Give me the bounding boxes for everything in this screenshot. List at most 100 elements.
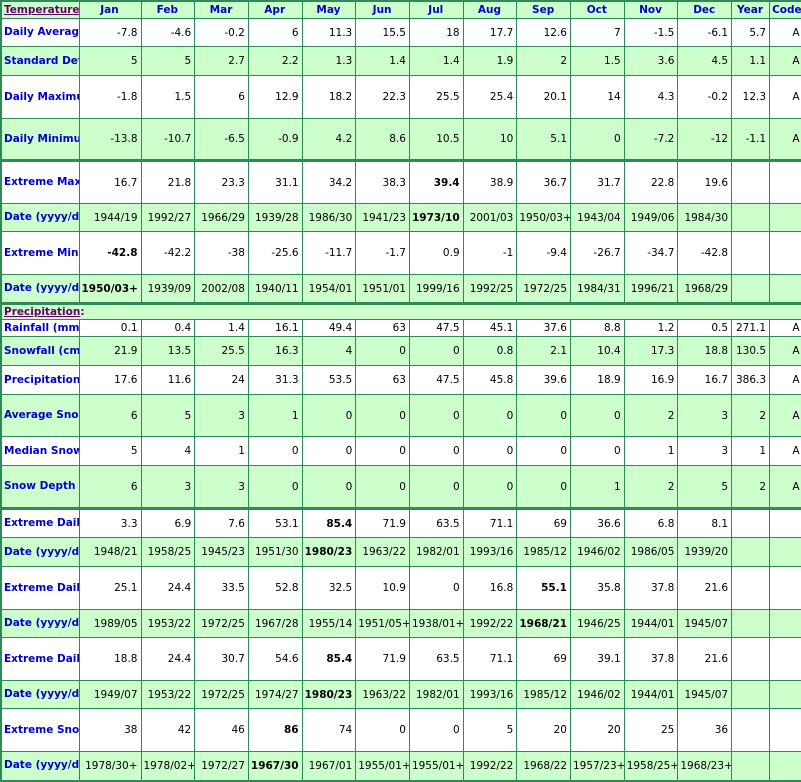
value-cell-nov: -34.7 bbox=[623, 231, 679, 275]
value-cell-jul: 47.5 bbox=[408, 365, 464, 395]
value-cell-jul: 1.4 bbox=[408, 46, 464, 76]
value-cell-sep: 5.1 bbox=[516, 118, 571, 162]
value-cell-jun: 1951/01 bbox=[355, 274, 410, 304]
value-cell-aug: 1993/16 bbox=[462, 537, 518, 567]
column-header-apr: Apr bbox=[247, 0, 303, 19]
value-cell-jul: 1982/01 bbox=[408, 537, 464, 567]
table-row: Median Snow Depth (cm)5410000000131A bbox=[0, 436, 801, 466]
value-cell-jul: 18 bbox=[408, 18, 464, 47]
value-cell-aug: 45.1 bbox=[462, 319, 518, 337]
value-cell-code bbox=[769, 537, 801, 567]
value-cell-mar: 3 bbox=[194, 394, 249, 437]
table-row: Extreme Daily Precipitation (mm)18.824.4… bbox=[0, 637, 801, 681]
row-label: Snowfall (cm) bbox=[0, 336, 80, 366]
column-header-aug: Aug bbox=[462, 0, 518, 19]
value-cell-oct: 10.4 bbox=[570, 336, 625, 366]
value-cell-aug: 1992/25 bbox=[462, 274, 518, 304]
value-cell-oct: 31.7 bbox=[570, 160, 625, 204]
column-header-jul: Jul bbox=[408, 0, 464, 19]
value-cell-year bbox=[731, 231, 771, 275]
value-cell-year bbox=[731, 637, 771, 681]
value-cell-year: 2 bbox=[731, 465, 771, 510]
value-cell-aug: 1993/16 bbox=[462, 680, 518, 709]
value-cell-code bbox=[769, 566, 801, 610]
value-cell-may: 1955/14 bbox=[301, 609, 357, 638]
value-cell-sep: 39.6 bbox=[516, 365, 571, 395]
value-cell-jan: -13.8 bbox=[78, 118, 142, 162]
value-cell-nov: 2 bbox=[623, 465, 679, 510]
row-label: Date (yyyy/dd) bbox=[0, 609, 80, 638]
value-cell-jul: 1973/10 bbox=[408, 203, 464, 232]
row-label: Extreme Snow Depth (cm) bbox=[0, 708, 80, 752]
value-cell-jul: 10.5 bbox=[408, 118, 464, 162]
temperature-section-link[interactable]: Temperature bbox=[4, 4, 78, 16]
column-header-oct: Oct bbox=[570, 0, 625, 19]
row-label: Date (yyyy/dd) bbox=[0, 274, 80, 304]
value-cell-jun: 0 bbox=[355, 394, 410, 437]
value-cell-jan: 25.1 bbox=[78, 566, 142, 610]
value-cell-code bbox=[769, 609, 801, 638]
value-cell-jul: 63.5 bbox=[408, 508, 464, 538]
value-cell-may: 1980/23 bbox=[301, 537, 357, 567]
value-cell-apr: 53.1 bbox=[247, 508, 303, 538]
value-cell-may: 1980/23 bbox=[301, 680, 357, 709]
value-cell-jun: 63 bbox=[355, 319, 410, 337]
value-cell-may: 53.5 bbox=[301, 365, 357, 395]
value-cell-feb: 1958/25 bbox=[140, 537, 196, 567]
value-cell-code bbox=[769, 203, 801, 232]
value-cell-jul: 0 bbox=[408, 336, 464, 366]
value-cell-code bbox=[769, 751, 801, 781]
precipitation-section: Precipitation: Rainfall (mm) 0.1 0.4 1.4 16.… bbox=[0, 302, 801, 781]
value-cell-jul: 1982/01 bbox=[408, 680, 464, 709]
value-cell-nov: 1958/25+ bbox=[623, 751, 679, 781]
value-cell-apr: 1939/28 bbox=[247, 203, 303, 232]
header-row: Temperature: JanFebMarAprMayJunJulAugSep… bbox=[0, 0, 801, 19]
column-header-sep: Sep bbox=[516, 0, 571, 19]
value-cell-may: 49.4 bbox=[301, 319, 357, 337]
precipitation-section-link[interactable]: Precipitation bbox=[4, 307, 80, 319]
row-label: Average Snow Depth (cm) bbox=[0, 394, 80, 437]
value-cell-oct: 8.8 bbox=[570, 319, 625, 337]
value-cell-nov: 1986/05 bbox=[623, 537, 679, 567]
value-cell-jul: 47.5 bbox=[408, 319, 464, 337]
row-label: Standard Deviation bbox=[0, 46, 80, 76]
value-cell-jul: 0.9 bbox=[408, 231, 464, 275]
value-cell-feb: 3 bbox=[140, 465, 196, 510]
value-cell-dec: 1945/07 bbox=[677, 680, 733, 709]
value-cell-oct: -26.7 bbox=[570, 231, 625, 275]
value-cell-sep: 1968/22 bbox=[516, 751, 571, 781]
temperature-section: Daily Average (°C)-7.8-4.6-0.2611.315.51… bbox=[0, 18, 801, 304]
value-cell-jun: -1.7 bbox=[355, 231, 410, 275]
value-cell-jan: 17.6 bbox=[78, 365, 142, 395]
row-label: Extreme Daily Precipitation (mm) bbox=[0, 637, 80, 681]
table-row: Snowfall (cm) 21.9 13.5 25.5 16.3 4 0 0 0.8 2.1 10… bbox=[0, 336, 801, 366]
value-cell-code: A bbox=[769, 75, 801, 119]
value-cell-dec: -0.2 bbox=[677, 75, 733, 119]
value-cell-feb: 24.4 bbox=[140, 566, 196, 610]
column-header-mar: Mar bbox=[194, 0, 249, 19]
value-cell-mar: 7.6 bbox=[194, 508, 249, 538]
value-cell-feb: 1992/27 bbox=[140, 203, 196, 232]
value-cell-jun: 1.4 bbox=[355, 46, 410, 76]
value-cell-aug: 0 bbox=[462, 436, 518, 466]
value-cell-dec: 1984/30 bbox=[677, 203, 733, 232]
value-cell-apr: 12.9 bbox=[247, 75, 303, 119]
value-cell-dec: 1939/20 bbox=[677, 537, 733, 567]
value-cell-jul: 0 bbox=[408, 394, 464, 437]
value-cell-dec: 36 bbox=[677, 708, 733, 752]
value-cell-mar: 1 bbox=[194, 436, 249, 466]
value-cell-oct: 39.1 bbox=[570, 637, 625, 681]
value-cell-sep: 2 bbox=[516, 46, 571, 76]
climate-normals-table: Temperature: JanFebMarAprMayJunJulAugSep… bbox=[0, 0, 801, 782]
value-cell-feb: 1939/09 bbox=[140, 274, 196, 304]
value-cell-oct: 1943/04 bbox=[570, 203, 625, 232]
value-cell-nov: 3.6 bbox=[623, 46, 679, 76]
column-header-year: Year bbox=[731, 0, 771, 19]
value-cell-code bbox=[769, 231, 801, 275]
column-header-jan: Jan bbox=[78, 0, 142, 19]
row-label: Median Snow Depth (cm) bbox=[0, 436, 80, 466]
precipitation-section-row: Precipitation: bbox=[0, 302, 801, 320]
value-cell-jan: 1949/07 bbox=[78, 680, 142, 709]
value-cell-oct: 7 bbox=[570, 18, 625, 47]
table-row: Snow Depth at Month-end (cm)633000000125… bbox=[0, 465, 801, 510]
